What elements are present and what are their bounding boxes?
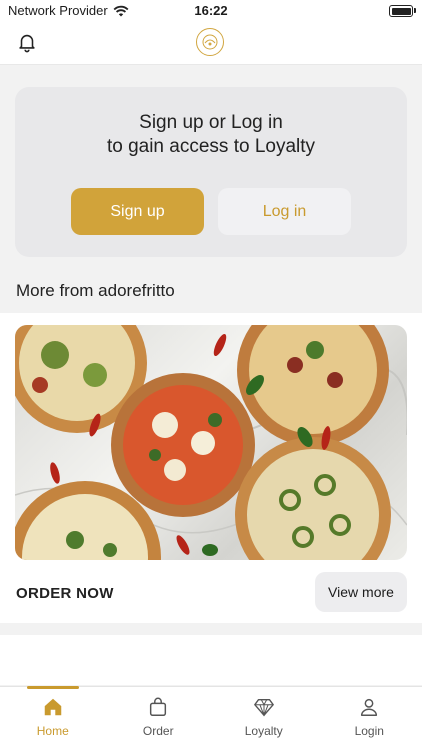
- promo-card[interactable]: ORDER NOW View more: [0, 313, 422, 623]
- home-icon: [42, 696, 64, 718]
- brand-logo: [196, 28, 224, 56]
- tab-loyalty-label: Loyalty: [245, 724, 283, 738]
- user-icon: [358, 696, 380, 718]
- tab-loyalty[interactable]: Loyalty: [211, 687, 317, 751]
- tab-bar: Home Order Loyalty Login: [0, 686, 422, 751]
- clock: 16:22: [0, 3, 422, 18]
- shopping-bag-icon: [147, 696, 169, 718]
- view-more-button[interactable]: View more: [315, 572, 407, 612]
- battery-icon: [389, 5, 413, 17]
- signup-button[interactable]: Sign up: [71, 188, 204, 235]
- status-bar: Network Provider 16:22: [0, 0, 422, 22]
- auth-message: Sign up or Log in to gain access to Loya…: [15, 111, 407, 159]
- next-card: [0, 635, 422, 685]
- auth-message-line2: to gain access to Loyalty: [15, 135, 407, 159]
- bell-icon[interactable]: [16, 31, 38, 53]
- tab-login-label: Login: [355, 724, 384, 738]
- diamond-icon: [253, 696, 275, 718]
- auth-message-line1: Sign up or Log in: [15, 111, 407, 135]
- tab-order-label: Order: [143, 724, 174, 738]
- section-title: More from adorefritto: [16, 281, 175, 301]
- logo-icon: [200, 32, 220, 52]
- auth-card: Sign up or Log in to gain access to Loya…: [15, 87, 407, 257]
- tab-login[interactable]: Login: [317, 687, 422, 751]
- login-button[interactable]: Log in: [218, 188, 351, 235]
- tab-home-label: Home: [37, 724, 69, 738]
- app-header: [0, 22, 422, 65]
- main-content: Sign up or Log in to gain access to Loya…: [0, 65, 422, 685]
- pizza-photo[interactable]: [15, 325, 407, 560]
- order-now-label[interactable]: ORDER NOW: [16, 585, 114, 602]
- tab-home[interactable]: Home: [0, 687, 106, 751]
- tab-order[interactable]: Order: [106, 687, 212, 751]
- pizza-image: [15, 325, 407, 560]
